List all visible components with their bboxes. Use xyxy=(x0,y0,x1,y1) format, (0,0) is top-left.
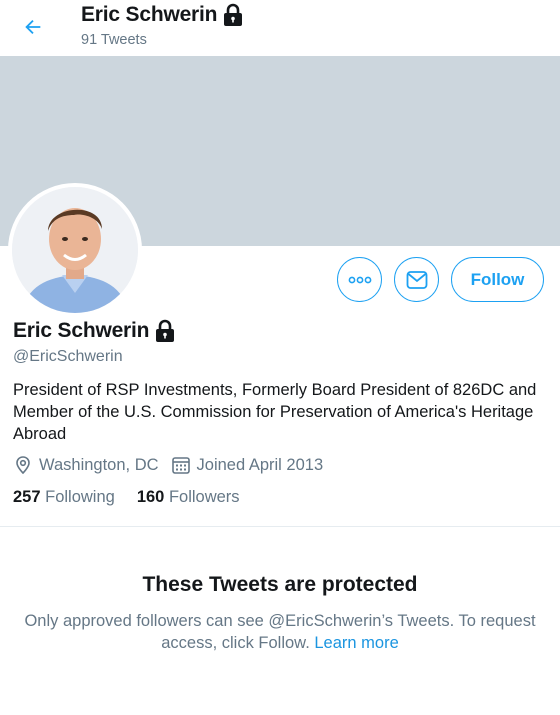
message-button[interactable] xyxy=(394,257,439,302)
following-label: Following xyxy=(45,488,115,506)
more-button[interactable] xyxy=(337,257,382,302)
profile-name: Eric Schwerin xyxy=(13,319,176,343)
profile-actions: Follow xyxy=(337,257,544,302)
location-text: Washington, DC xyxy=(39,455,159,474)
followers-label: Followers xyxy=(168,488,240,506)
protected-title: These Tweets are protected xyxy=(142,573,418,596)
following-link[interactable]: 257 Following xyxy=(13,488,115,507)
avatar[interactable] xyxy=(8,183,142,317)
back-button[interactable] xyxy=(18,12,48,42)
divider xyxy=(0,526,560,527)
learn-more-link[interactable]: Learn more xyxy=(314,634,398,652)
top-header: Eric Schwerin 91 Tweets xyxy=(0,0,560,56)
followers-count: 160 xyxy=(136,488,165,506)
followers-link[interactable]: 160 Followers xyxy=(137,488,240,507)
lock-icon xyxy=(154,319,176,343)
avatar-photo xyxy=(12,187,138,313)
following-count: 257 xyxy=(13,488,41,506)
joined-text: Joined April 2013 xyxy=(196,455,324,474)
calendar-icon xyxy=(171,457,190,474)
location-item: Washington, DC xyxy=(13,455,159,475)
location-icon xyxy=(16,456,30,475)
profile-handle: @EricSchwerin xyxy=(13,348,123,365)
follow-button[interactable]: Follow xyxy=(451,257,544,302)
protected-message-text: Only approved followers can see @EricSch… xyxy=(24,612,536,652)
more-icon xyxy=(348,276,371,283)
lock-icon xyxy=(222,3,244,27)
header-title: Eric Schwerin xyxy=(81,3,244,27)
profile-display-name: Eric Schwerin xyxy=(13,319,150,342)
profile-stats: 257 Following 160 Followers xyxy=(13,488,262,507)
back-arrow-icon xyxy=(25,19,41,35)
tweet-count: 91 Tweets xyxy=(81,32,147,48)
message-icon xyxy=(406,270,427,289)
protected-message: Only approved followers can see @EricSch… xyxy=(20,610,540,654)
profile-bio: President of RSP Investments, Formerly B… xyxy=(13,381,537,443)
profile-meta: Washington, DC Joined April 2013 xyxy=(13,455,335,475)
header-name: Eric Schwerin xyxy=(81,3,218,26)
joined-item: Joined April 2013 xyxy=(171,455,324,475)
